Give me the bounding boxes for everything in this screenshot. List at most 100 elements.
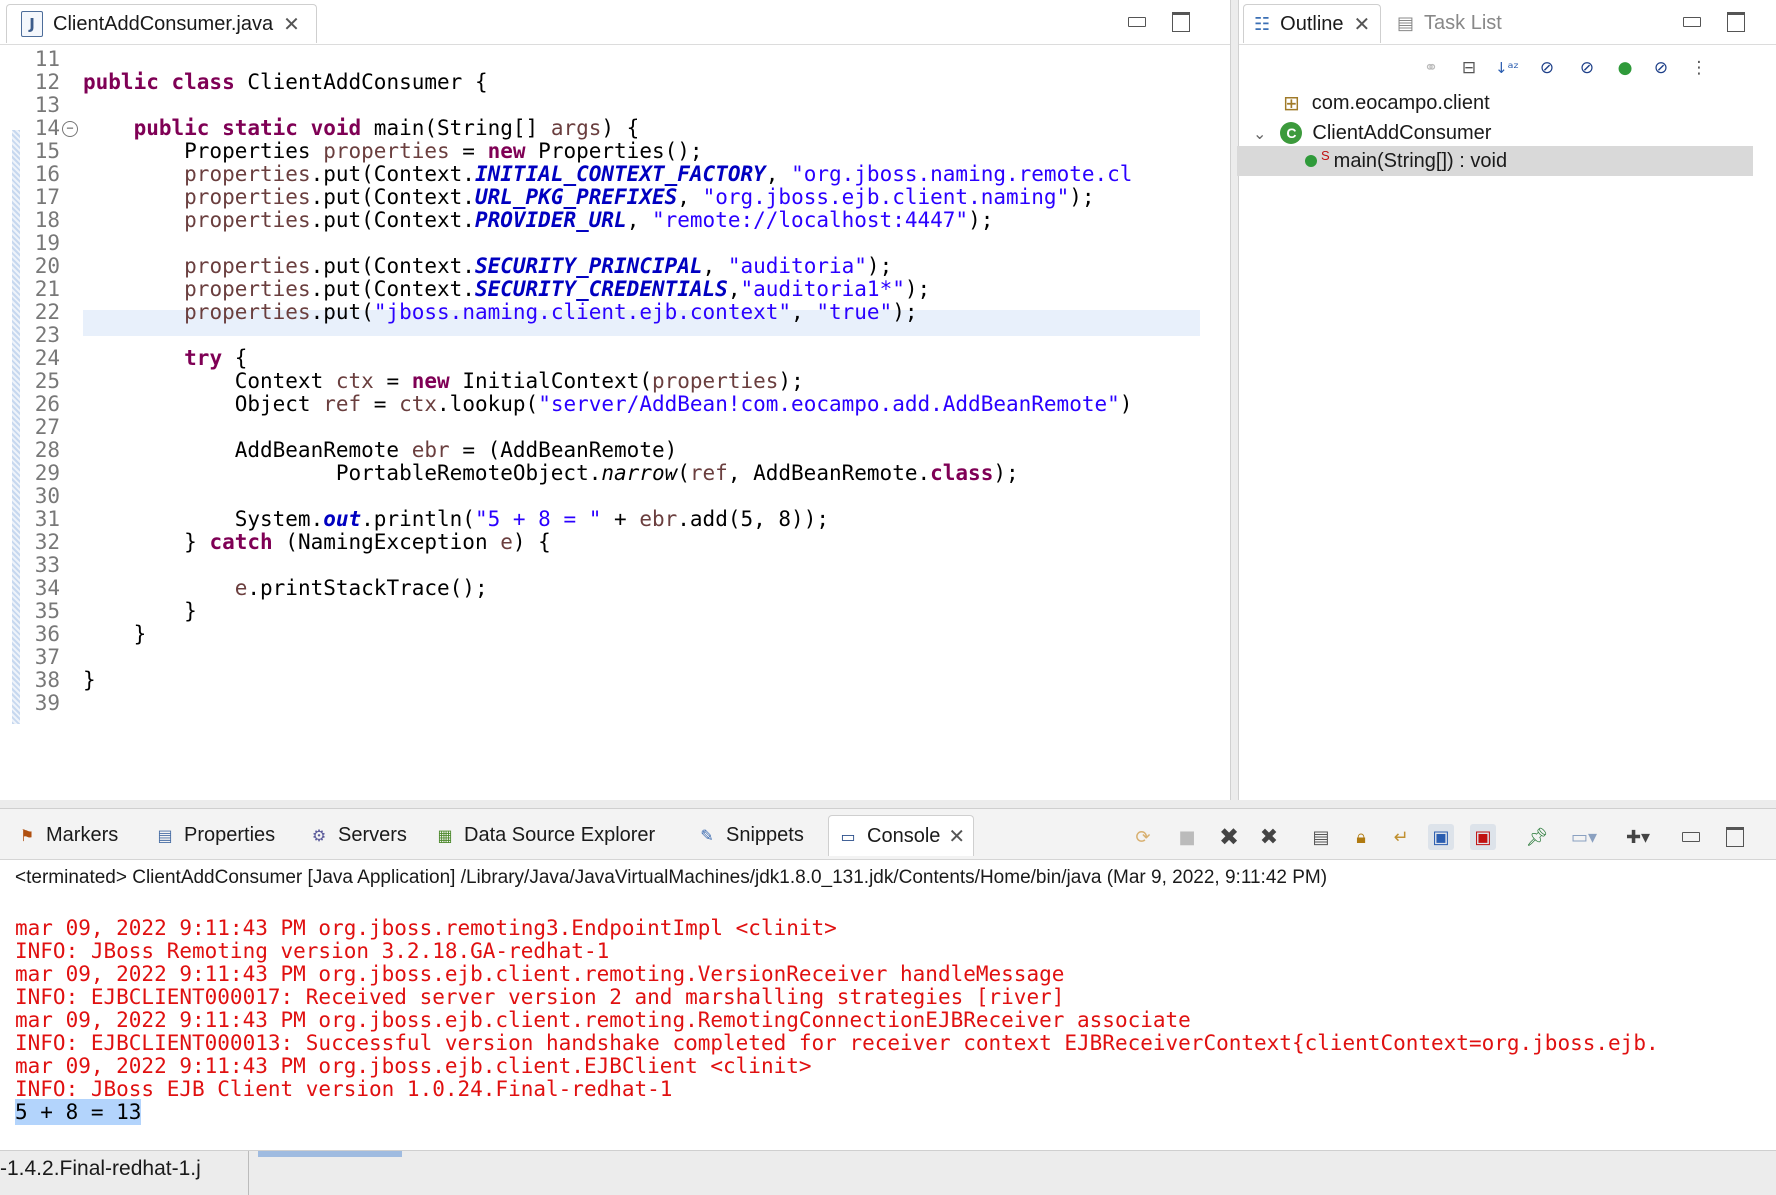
code-token: properties <box>184 208 311 232</box>
tab-markers[interactable]: ⚑ Markers <box>8 815 126 855</box>
class-label: ClientAddConsumer <box>1312 121 1492 144</box>
tab-task-list-label: Task List <box>1424 11 1502 34</box>
code-token: , <box>626 208 652 232</box>
code-token: e <box>500 530 513 554</box>
properties-icon: ▤ <box>157 825 173 845</box>
editor-tabbar: J ClientAddConsumer.java ✕ <box>0 0 1230 45</box>
method-label: main(String[]) : void <box>1333 149 1508 172</box>
code-token: AddBeanRemote <box>83 438 412 462</box>
code-token: ( <box>677 461 690 485</box>
outline-window-controls <box>1683 12 1745 32</box>
hide-fields-icon[interactable]: ⊘ <box>1535 56 1559 80</box>
code-token: narrow <box>601 461 678 485</box>
code-token: URL_PKG_PREFIXES <box>474 185 678 209</box>
fold-icon[interactable]: − <box>62 121 78 137</box>
tab-snippets[interactable]: ✎ Snippets <box>688 815 812 855</box>
code-token: (NamingException <box>285 530 501 554</box>
code-token: ) { <box>601 116 640 140</box>
tab-console[interactable]: ▭ Console ✕ <box>828 815 975 856</box>
code-token: = <box>373 369 412 393</box>
code-token: } <box>83 599 197 623</box>
tab-label: Snippets <box>726 823 804 846</box>
snippets-icon: ✎ <box>700 825 714 845</box>
tab-servers[interactable]: ⚙ Servers <box>300 815 415 855</box>
maximize-icon[interactable] <box>1172 12 1190 32</box>
code-token: = (AddBeanRemote) <box>449 438 678 462</box>
code-token: SECURITY_CREDENTIALS <box>474 277 728 301</box>
code-token: } <box>83 622 147 646</box>
minimize-icon[interactable] <box>1682 832 1700 842</box>
close-icon[interactable]: ✕ <box>1354 12 1371 36</box>
progress-indicator <box>258 1151 402 1157</box>
code-token: , <box>791 300 817 324</box>
public-method-icon <box>1305 155 1317 167</box>
code-token: { <box>234 346 248 370</box>
view-menu-icon[interactable]: ⋮ <box>1687 56 1711 80</box>
close-icon[interactable]: ✕ <box>948 824 965 848</box>
chevron-down-icon[interactable]: ⌄ <box>1253 124 1266 143</box>
outline-icon: ☷ <box>1254 13 1271 35</box>
code-token: Properties <box>83 139 324 163</box>
scroll-lock-icon[interactable]: 🔒︎ <box>1348 824 1374 850</box>
code-token: new <box>487 139 539 163</box>
word-wrap-icon[interactable]: ↵ <box>1388 824 1414 850</box>
code-token: ); <box>968 208 994 232</box>
code-area[interactable]: 11 12 public class ClientAddConsumer {13 14… <box>0 46 1230 798</box>
relaunch-icon[interactable]: ⟳ <box>1130 824 1156 850</box>
hide-static-icon[interactable]: ⊘ <box>1575 56 1599 80</box>
code-token: "true" <box>816 300 893 324</box>
display-console-icon[interactable]: ▭▾ <box>1564 824 1604 850</box>
code-token: , <box>765 162 792 186</box>
tab-task-list[interactable]: ▤ Task List <box>1387 4 1512 42</box>
code-token: ctx <box>399 392 438 416</box>
package-label: com.eocampo.client <box>1311 91 1490 114</box>
tree-item-package[interactable]: ⊞ com.eocampo.client <box>1283 88 1490 118</box>
tab-data-source-explorer[interactable]: ▦ Data Source Explorer <box>426 815 663 855</box>
show-on-stderr-icon[interactable]: ▣ <box>1470 824 1496 850</box>
code-token: public class <box>83 70 248 94</box>
code-token: Properties(); <box>538 139 703 163</box>
open-console-icon[interactable]: ✚▾ <box>1618 824 1658 850</box>
code-token: ebr <box>639 507 678 531</box>
code-token: out <box>323 507 362 531</box>
maximize-icon[interactable] <box>1727 12 1745 32</box>
tree-item-method[interactable]: S main(String[]) : void <box>1237 146 1753 176</box>
tree-item-class[interactable]: ⌄ C ClientAddConsumer <box>1253 118 1491 148</box>
code-token: .add(5, 8)); <box>677 507 829 531</box>
code-token: try <box>184 346 235 370</box>
show-on-stdout-icon[interactable]: ▣ <box>1428 824 1454 850</box>
editor-tab[interactable]: J ClientAddConsumer.java ✕ <box>6 4 317 43</box>
code-token: , AddBeanRemote. <box>727 461 931 485</box>
console-icon: ▭ <box>840 826 856 846</box>
line-number: 39 <box>34 691 60 715</box>
code-token: new <box>411 369 463 393</box>
hide-nonpublic-icon[interactable]: ● <box>1613 56 1637 80</box>
code-token: .put(Context. <box>310 254 475 278</box>
sort-az-icon[interactable]: ↓ᵃᶻ <box>1495 56 1519 80</box>
terminate-icon[interactable]: ■ <box>1174 824 1200 850</box>
close-icon[interactable]: ✕ <box>283 12 300 36</box>
tab-outline[interactable]: ☷ Outline ✕ <box>1243 4 1382 43</box>
editor-window-controls <box>1128 12 1190 32</box>
collapse-all-icon[interactable]: ⚭ <box>1419 56 1443 80</box>
code-token: ) <box>1119 392 1133 416</box>
maximize-icon[interactable] <box>1726 827 1744 847</box>
clear-console-icon[interactable]: ▤ <box>1308 824 1334 850</box>
remove-launch-icon[interactable]: ✖ <box>1216 823 1242 851</box>
tab-properties[interactable]: ▤ Properties <box>146 815 283 855</box>
remove-all-icon[interactable]: ✖ <box>1256 824 1282 850</box>
code-token: "org.jboss.naming.remote.cl <box>791 162 1133 186</box>
hide-local-types-icon[interactable]: ⊘ <box>1649 56 1673 80</box>
minimize-icon[interactable] <box>1128 17 1146 27</box>
collapse-icon[interactable]: ⊟ <box>1457 56 1481 80</box>
status-text: -1.4.2.Final-redhat-1.j <box>0 1157 201 1180</box>
minimize-icon[interactable] <box>1683 17 1701 27</box>
pin-console-icon[interactable]: 📌︎ <box>1524 824 1550 850</box>
code-token: ); <box>904 277 931 301</box>
console-result-line: 5 + 8 = 13 <box>15 1099 142 1125</box>
code-token: .put( <box>310 300 374 324</box>
code-token: class <box>930 461 994 485</box>
